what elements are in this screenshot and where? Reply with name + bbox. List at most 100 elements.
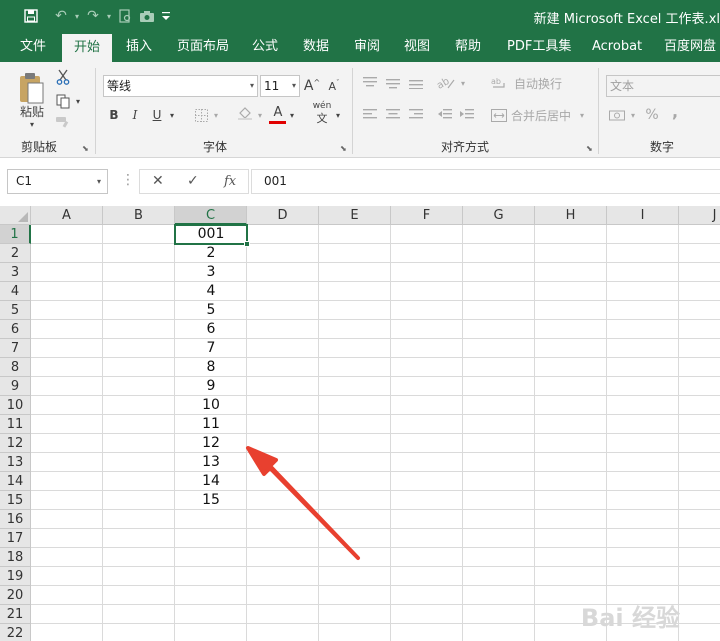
font-color-dropdown-icon[interactable]: ▾: [287, 106, 297, 124]
column-header-h[interactable]: H: [535, 206, 607, 225]
align-bottom-icon[interactable]: [407, 74, 425, 92]
cell-c3[interactable]: 3: [175, 263, 247, 282]
merge-center-icon[interactable]: [489, 106, 509, 124]
font-launcher-icon[interactable]: ⬊: [340, 144, 347, 153]
wrap-text-icon[interactable]: ab: [489, 74, 509, 92]
name-box[interactable]: C1 ▾: [7, 169, 108, 194]
insert-function-icon[interactable]: fx: [224, 174, 236, 189]
row-header-18[interactable]: 18: [0, 548, 31, 567]
tab-acrobat[interactable]: Acrobat: [592, 31, 642, 62]
tab-insert[interactable]: 插入: [126, 31, 152, 62]
row-header-1[interactable]: 1: [0, 225, 31, 244]
fill-color-icon[interactable]: [236, 104, 254, 122]
row-header-6[interactable]: 6: [0, 320, 31, 339]
orientation-icon[interactable]: ab: [434, 74, 458, 92]
percent-style-button[interactable]: %: [643, 106, 661, 124]
align-top-icon[interactable]: [361, 74, 379, 92]
column-header-b[interactable]: B: [103, 206, 175, 225]
cell-c11[interactable]: 11: [175, 415, 247, 434]
row-header-21[interactable]: 21: [0, 605, 31, 624]
row-header-10[interactable]: 10: [0, 396, 31, 415]
paste-dropdown-icon[interactable]: ▾: [26, 119, 38, 129]
cell-c6[interactable]: 6: [175, 320, 247, 339]
increase-indent-icon[interactable]: [458, 106, 476, 124]
align-center-icon[interactable]: [384, 106, 402, 124]
row-header-19[interactable]: 19: [0, 567, 31, 586]
phonetic-guide-button[interactable]: 文: [311, 111, 333, 125]
tab-file[interactable]: 文件: [20, 31, 46, 62]
merge-center-button[interactable]: 合并后居中: [510, 107, 572, 123]
row-header-12[interactable]: 12: [0, 434, 31, 453]
border-icon[interactable]: [192, 106, 210, 124]
fill-color-dropdown-icon[interactable]: ▾: [255, 106, 265, 124]
border-dropdown-icon[interactable]: ▾: [211, 106, 221, 124]
row-header-9[interactable]: 9: [0, 377, 31, 396]
cell-c5[interactable]: 5: [175, 301, 247, 320]
tab-help[interactable]: 帮助: [455, 31, 481, 62]
column-header-a[interactable]: A: [31, 206, 103, 225]
font-name-combo[interactable]: 等线 ▾: [103, 75, 258, 97]
cell-c4[interactable]: 4: [175, 282, 247, 301]
cancel-icon[interactable]: ✕: [152, 173, 164, 189]
redo-dropdown-icon[interactable]: ▾: [104, 5, 114, 27]
column-header-j[interactable]: J: [679, 206, 720, 225]
decrease-font-size-button[interactable]: Aˇ: [326, 76, 342, 96]
merge-dropdown-icon[interactable]: ▾: [577, 106, 587, 124]
tab-data[interactable]: 数据: [303, 31, 329, 62]
increase-font-size-button[interactable]: A ^: [304, 76, 320, 96]
row-header-5[interactable]: 5: [0, 301, 31, 320]
paste-label[interactable]: 粘贴: [16, 103, 48, 119]
cell-c8[interactable]: 8: [175, 358, 247, 377]
alignment-launcher-icon[interactable]: ⬊: [586, 144, 593, 153]
column-header-c[interactable]: C: [175, 206, 247, 225]
fill-handle[interactable]: [244, 241, 250, 247]
clipboard-launcher-icon[interactable]: ⬊: [82, 144, 89, 153]
row-header-14[interactable]: 14: [0, 472, 31, 491]
row-header-17[interactable]: 17: [0, 529, 31, 548]
tab-pdf-tools[interactable]: PDF工具集: [507, 31, 571, 62]
row-header-15[interactable]: 15: [0, 491, 31, 510]
row-header-2[interactable]: 2: [0, 244, 31, 263]
cut-icon[interactable]: [54, 68, 72, 86]
tab-home[interactable]: 开始: [62, 34, 113, 62]
cell-c14[interactable]: 14: [175, 472, 247, 491]
align-middle-icon[interactable]: [384, 74, 402, 92]
row-header-3[interactable]: 3: [0, 263, 31, 282]
row-header-20[interactable]: 20: [0, 586, 31, 605]
cell-c15[interactable]: 15: [175, 491, 247, 510]
accounting-dropdown-icon[interactable]: ▾: [628, 106, 638, 124]
cell-c9[interactable]: 9: [175, 377, 247, 396]
orientation-dropdown-icon[interactable]: ▾: [458, 74, 468, 92]
tab-page-layout[interactable]: 页面布局: [177, 31, 229, 62]
decrease-indent-icon[interactable]: [436, 106, 454, 124]
align-right-icon[interactable]: [407, 106, 425, 124]
customize-qat-icon[interactable]: [158, 5, 174, 27]
camera-icon[interactable]: [136, 5, 158, 27]
formula-input[interactable]: 001: [251, 169, 720, 194]
row-header-16[interactable]: 16: [0, 510, 31, 529]
column-header-f[interactable]: F: [391, 206, 463, 225]
number-format-combo[interactable]: 文本: [606, 75, 720, 97]
save-icon[interactable]: [20, 5, 42, 27]
row-header-7[interactable]: 7: [0, 339, 31, 358]
cell-c10[interactable]: 10: [175, 396, 247, 415]
align-left-icon[interactable]: [361, 106, 379, 124]
font-color-button[interactable]: A: [270, 104, 286, 120]
comma-style-button[interactable]: ,: [668, 102, 682, 121]
cell-c1[interactable]: 001: [175, 225, 247, 244]
cell-area[interactable]: [31, 225, 720, 641]
font-size-combo[interactable]: 11 ▾: [260, 75, 300, 97]
tab-review[interactable]: 审阅: [354, 31, 380, 62]
underline-dropdown-icon[interactable]: ▾: [166, 106, 178, 124]
wrap-text-button[interactable]: 自动换行: [510, 75, 566, 91]
redo-icon[interactable]: ↷: [82, 5, 104, 27]
tab-view[interactable]: 视图: [404, 31, 430, 62]
row-header-13[interactable]: 13: [0, 453, 31, 472]
italic-button[interactable]: I: [127, 106, 143, 124]
accounting-format-icon[interactable]: [608, 106, 626, 124]
format-painter-icon[interactable]: [54, 114, 72, 132]
cell-c12[interactable]: 12: [175, 434, 247, 453]
row-header-4[interactable]: 4: [0, 282, 31, 301]
select-all-button[interactable]: [0, 206, 31, 225]
copy-dropdown-icon[interactable]: ▾: [73, 92, 83, 110]
